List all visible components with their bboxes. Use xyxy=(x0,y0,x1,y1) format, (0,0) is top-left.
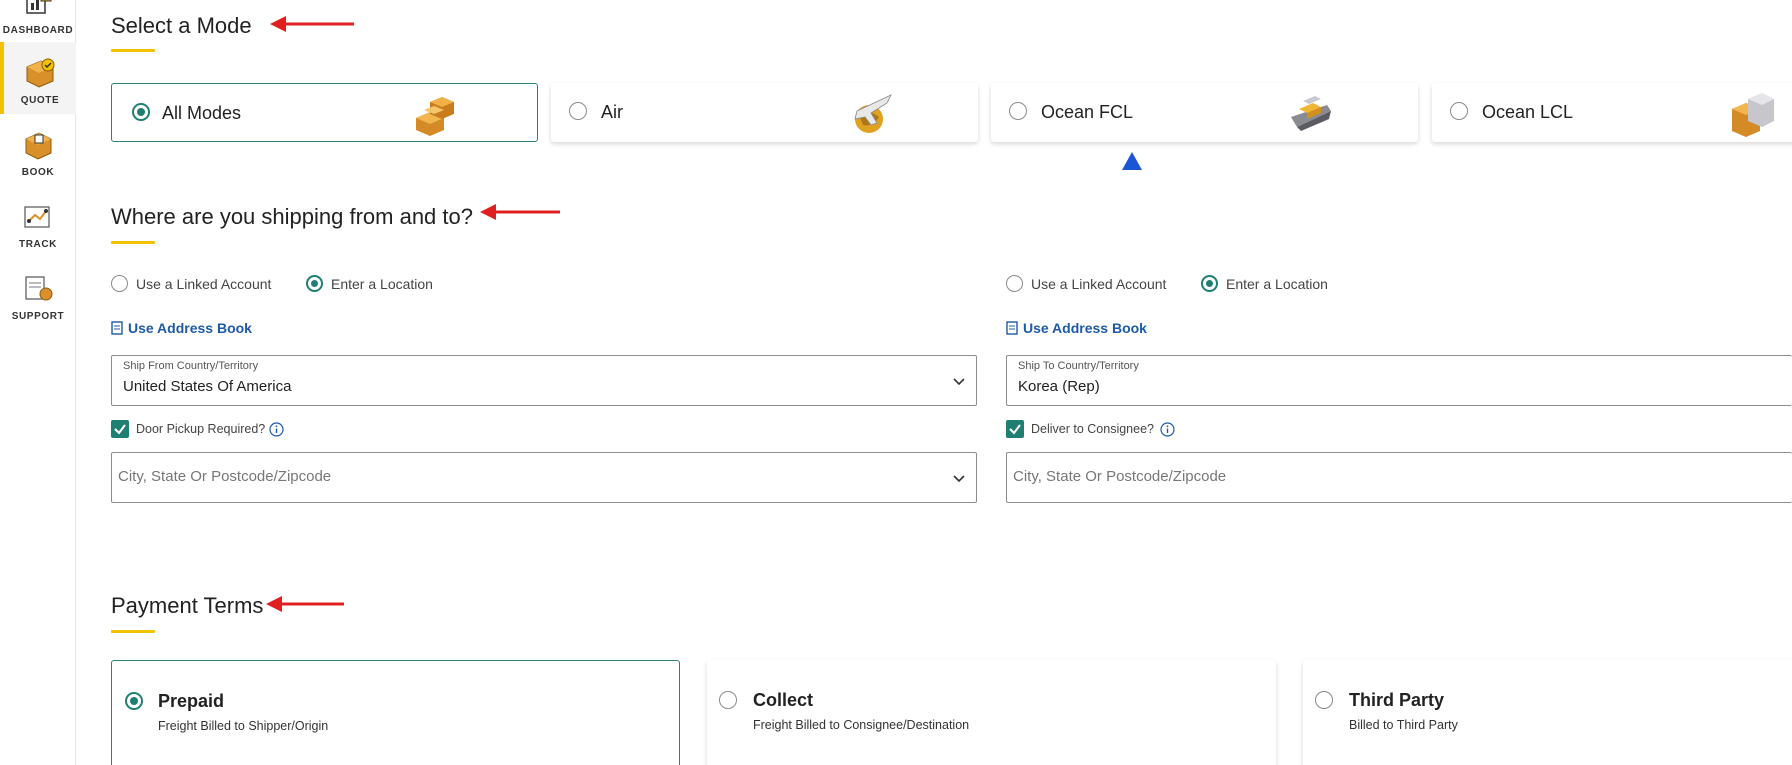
payment-section-title: Payment Terms xyxy=(111,593,264,618)
payment-option-prepaid[interactable]: Prepaid Freight Billed to Shipper/Origin xyxy=(111,660,680,765)
title-underline xyxy=(111,241,155,244)
payment-option-sub: Billed to Third Party xyxy=(1349,718,1458,732)
payment-option-label: Collect xyxy=(753,690,814,710)
to-enter-location-label: Enter a Location xyxy=(1226,276,1328,292)
deliver-consignee-label: Deliver to Consignee? xyxy=(1031,422,1154,436)
ship-icon xyxy=(1291,96,1331,131)
to-enter-location-radio[interactable] xyxy=(1201,275,1218,292)
annotation-arrow-icon xyxy=(266,596,344,612)
from-enter-location-radio[interactable] xyxy=(306,275,323,292)
sidebar-item-book[interactable]: BOOK xyxy=(0,114,76,186)
payment-option-collect[interactable]: Collect Freight Billed to Consignee/Dest… xyxy=(707,660,1276,765)
to-linked-account-label: Use a Linked Account xyxy=(1031,276,1167,292)
sidebar-item-track[interactable]: TRACK xyxy=(0,186,76,258)
from-linked-account-label: Use a Linked Account xyxy=(136,276,272,292)
door-pickup-label: Door Pickup Required? xyxy=(136,422,266,436)
chevron-down-icon xyxy=(953,475,965,483)
address-book-icon xyxy=(111,321,123,335)
to-address-book-link[interactable]: Use Address Book xyxy=(1006,320,1147,336)
payment-option-label: Third Party xyxy=(1349,690,1445,710)
ship-to-country-select[interactable]: Ship To Country/Territory Korea (Rep) xyxy=(1006,355,1792,406)
mode-option-all-modes[interactable]: All Modes xyxy=(111,83,538,142)
ship-to-country-label: Ship To Country/Territory xyxy=(1018,360,1139,372)
ship-from-country-select[interactable]: Ship From Country/Territory United State… xyxy=(111,355,977,406)
address-book-label: Use Address Book xyxy=(1023,320,1147,336)
deliver-consignee-checkbox[interactable] xyxy=(1006,420,1024,438)
annotation-arrow-icon xyxy=(480,204,560,220)
dashboard-icon xyxy=(26,0,52,14)
to-linked-account-radio[interactable] xyxy=(1006,275,1023,292)
info-icon[interactable] xyxy=(1160,422,1175,437)
quote-icon xyxy=(26,58,55,88)
mode-option-label: Ocean FCL xyxy=(1041,102,1134,122)
payment-option-label: Prepaid xyxy=(158,691,225,711)
ship-from-city-placeholder: City, State Or Postcode/Zipcode xyxy=(118,468,332,485)
sidebar-item-support[interactable]: SUPPORT xyxy=(0,258,76,330)
from-enter-location-label: Enter a Location xyxy=(331,276,433,292)
check-icon xyxy=(114,424,126,435)
containers-icon xyxy=(1732,93,1774,137)
ship-from-city-input[interactable]: City, State Or Postcode/Zipcode xyxy=(111,452,977,503)
sidebar-item-dashboard[interactable]: DASHBOARD xyxy=(0,0,76,44)
mode-radio[interactable] xyxy=(569,102,587,120)
payment-option-third-party[interactable]: Third Party Billed to Third Party xyxy=(1303,660,1792,765)
mode-radio[interactable] xyxy=(1009,102,1027,120)
payment-option-sub: Freight Billed to Consignee/Destination xyxy=(753,718,970,732)
ship-to-city-input[interactable]: City, State Or Postcode/Zipcode xyxy=(1006,452,1792,503)
ship-from-country-value: United States Of America xyxy=(123,378,292,395)
title-underline xyxy=(111,630,155,633)
mode-option-label: Air xyxy=(601,102,623,122)
ship-to-country-value: Korea (Rep) xyxy=(1018,378,1100,395)
mode-radio[interactable] xyxy=(132,103,150,121)
mode-section-title: Select a Mode xyxy=(111,13,252,38)
annotation-marker-icon xyxy=(1122,152,1142,170)
plane-globe-icon xyxy=(854,94,892,133)
title-underline xyxy=(111,49,155,52)
mode-radio[interactable] xyxy=(1450,102,1468,120)
door-pickup-checkbox[interactable] xyxy=(111,420,129,438)
mode-option-ocean-lcl[interactable]: Ocean LCL xyxy=(1432,83,1792,142)
from-address-book-link[interactable]: Use Address Book xyxy=(111,320,252,336)
mode-option-ocean-fcl[interactable]: Ocean FCL xyxy=(991,83,1418,142)
annotation-arrow-icon xyxy=(270,16,354,32)
address-book-label: Use Address Book xyxy=(128,320,252,336)
sidebar-item-quote[interactable]: QUOTE xyxy=(0,42,76,114)
sidebar-item-label: BOOK xyxy=(21,167,55,178)
shipping-section-title: Where are you shipping from and to? xyxy=(111,204,473,229)
book-icon xyxy=(25,132,52,160)
payment-radio[interactable] xyxy=(719,691,737,709)
sidebar-item-label: TRACK xyxy=(19,239,57,250)
payment-radio[interactable] xyxy=(1315,691,1333,709)
mode-option-label: All Modes xyxy=(162,103,242,123)
ship-from-country-label: Ship From Country/Territory xyxy=(123,360,259,372)
support-icon xyxy=(25,276,53,301)
address-book-icon xyxy=(1006,321,1018,335)
check-icon xyxy=(1009,424,1021,435)
boxes-icon xyxy=(416,97,454,136)
mode-option-label: Ocean LCL xyxy=(1482,102,1574,122)
info-icon[interactable] xyxy=(269,422,284,437)
ship-to-city-placeholder: City, State Or Postcode/Zipcode xyxy=(1013,468,1227,485)
payment-option-sub: Freight Billed to Shipper/Origin xyxy=(158,719,329,733)
sidebar-item-label: SUPPORT xyxy=(11,311,65,322)
from-linked-account-radio[interactable] xyxy=(111,275,128,292)
payment-radio[interactable] xyxy=(125,692,143,710)
sidebar: DASHBOARD QUOTE BOOK TRACK SUPPORT xyxy=(0,0,76,765)
track-icon xyxy=(24,206,50,228)
sidebar-item-label: QUOTE xyxy=(20,95,60,106)
sidebar-item-label: DASHBOARD xyxy=(2,25,74,36)
mode-option-air[interactable]: Air xyxy=(551,83,978,142)
chevron-down-icon xyxy=(953,378,965,386)
